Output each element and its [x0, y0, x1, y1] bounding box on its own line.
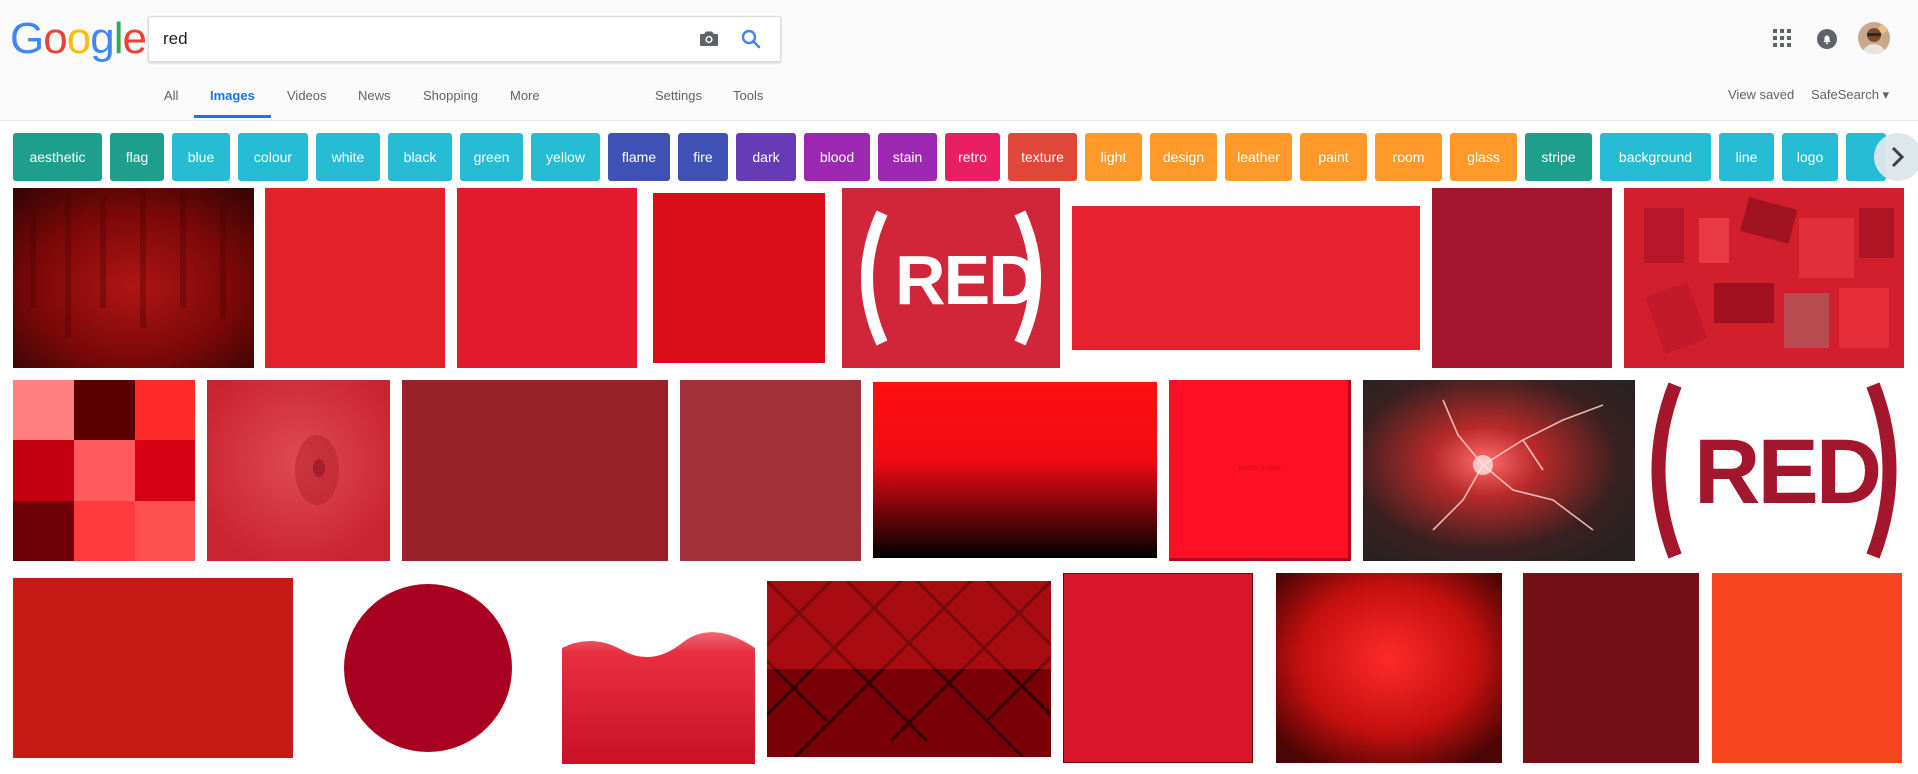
image-result[interactable]: [767, 581, 1051, 757]
image-result[interactable]: [13, 188, 254, 368]
tab-images[interactable]: Images: [210, 88, 255, 103]
tab-all[interactable]: All: [164, 88, 178, 103]
camera-icon[interactable]: [697, 27, 721, 51]
image-result[interactable]: [305, 578, 550, 758]
image-result[interactable]: [402, 380, 668, 561]
tab-settings[interactable]: Settings: [655, 88, 702, 103]
image-result[interactable]: [653, 193, 825, 363]
image-caption: MAGIC STONE: [1239, 466, 1281, 472]
logo-letter: o: [43, 14, 68, 63]
chip[interactable]: fire: [678, 133, 728, 181]
image-result[interactable]: [873, 382, 1157, 558]
related-search-chips: aesthetic flag blue colour white black g…: [0, 133, 1918, 183]
chip[interactable]: dark: [736, 133, 796, 181]
chip[interactable]: flame: [608, 133, 670, 181]
chip[interactable]: blue: [172, 133, 230, 181]
chip[interactable]: stripe: [1525, 133, 1592, 181]
chip[interactable]: paint: [1300, 133, 1367, 181]
image-result[interactable]: MAGIC STONE: [1169, 380, 1351, 561]
chip[interactable]: aesthetic: [13, 133, 102, 181]
chip[interactable]: blood: [804, 133, 870, 181]
chip[interactable]: glass: [1450, 133, 1517, 181]
image-result[interactable]: [265, 188, 445, 368]
image-result[interactable]: [457, 188, 637, 368]
chips-next-button[interactable]: [1874, 133, 1918, 181]
avatar[interactable]: [1858, 22, 1890, 54]
image-result[interactable]: [1363, 380, 1635, 561]
chip[interactable]: leather: [1225, 133, 1292, 181]
bell-icon[interactable]: [1815, 27, 1839, 51]
image-result[interactable]: [1063, 573, 1253, 763]
active-tab-indicator: [194, 115, 271, 118]
logo-letter: G: [10, 14, 44, 63]
image-result[interactable]: [13, 578, 293, 758]
logo-letter: o: [66, 14, 92, 63]
image-result[interactable]: [1432, 188, 1612, 368]
google-logo[interactable]: Google: [10, 14, 147, 63]
apps-grid-icon[interactable]: [1772, 28, 1792, 48]
chip[interactable]: yellow: [531, 133, 600, 181]
logo-letter: g: [90, 14, 115, 63]
chip[interactable]: white: [316, 133, 380, 181]
search-box: [148, 16, 781, 62]
image-result[interactable]: [13, 380, 195, 561]
chip[interactable]: background: [1600, 133, 1711, 181]
image-result[interactable]: [1523, 573, 1699, 763]
view-saved-link[interactable]: View saved: [1728, 87, 1794, 102]
image-result[interactable]: [1624, 188, 1904, 368]
image-result[interactable]: [1072, 206, 1420, 350]
tab-tools[interactable]: Tools: [733, 88, 763, 103]
chip[interactable]: flag: [110, 133, 164, 181]
chevron-right-icon: [1891, 146, 1905, 168]
chip[interactable]: green: [460, 133, 523, 181]
image-result[interactable]: RED: [1647, 380, 1904, 561]
chip[interactable]: stain: [878, 133, 937, 181]
search-input[interactable]: [163, 17, 683, 61]
red-logo-text: RED: [1694, 421, 1882, 523]
image-result[interactable]: [207, 380, 390, 561]
image-result[interactable]: RED: [842, 188, 1060, 368]
chip[interactable]: design: [1150, 133, 1217, 181]
tab-shopping[interactable]: Shopping: [423, 88, 478, 103]
tab-more[interactable]: More: [510, 88, 540, 103]
chip[interactable]: room: [1375, 133, 1442, 181]
image-result[interactable]: [1276, 573, 1502, 763]
chip[interactable]: logo: [1782, 133, 1838, 181]
search-icon[interactable]: [739, 27, 763, 51]
image-result[interactable]: [680, 380, 861, 561]
safesearch-menu[interactable]: SafeSearch ▾: [1811, 87, 1889, 103]
chip[interactable]: texture: [1008, 133, 1077, 181]
chip[interactable]: black: [388, 133, 452, 181]
chip[interactable]: retro: [945, 133, 1000, 181]
tab-news[interactable]: News: [358, 88, 391, 103]
chip[interactable]: light: [1085, 133, 1142, 181]
logo-letter: e: [122, 14, 147, 63]
header-bar: Google All Images Videos News Shopping M…: [0, 0, 1918, 121]
red-logo-text: RED: [895, 241, 1039, 319]
image-result[interactable]: [562, 578, 755, 764]
tab-videos[interactable]: Videos: [287, 88, 327, 103]
image-result[interactable]: [1712, 573, 1902, 763]
chip[interactable]: line: [1719, 133, 1774, 181]
chip[interactable]: colour: [238, 133, 308, 181]
